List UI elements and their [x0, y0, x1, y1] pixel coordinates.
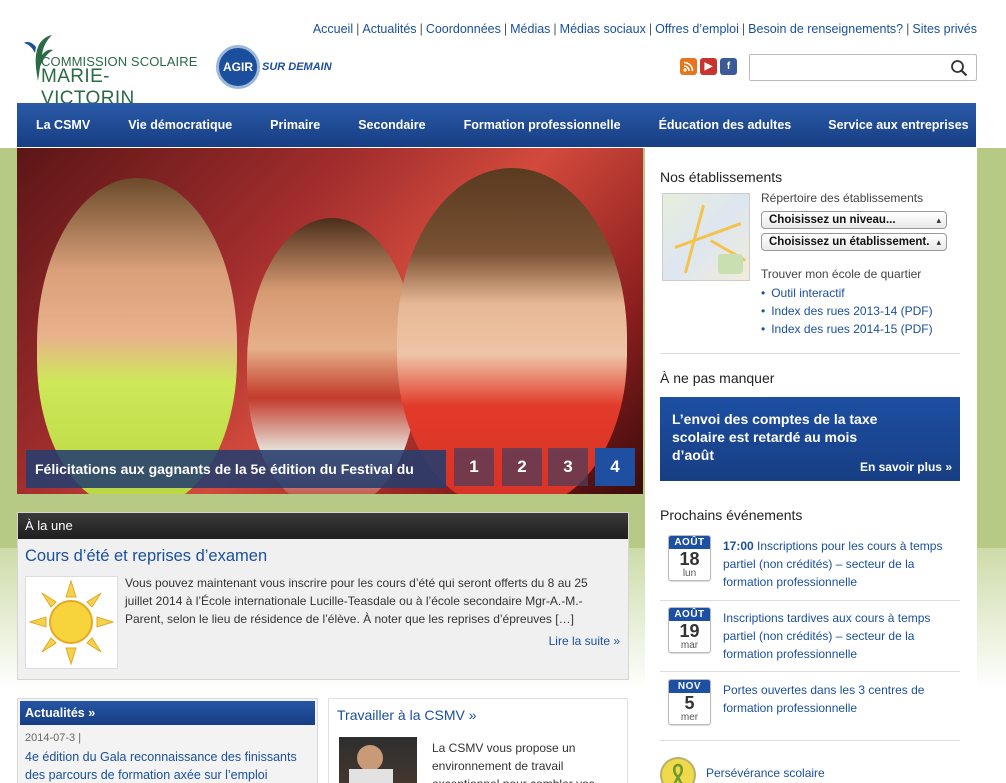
- top-links: Accueil | Actualités | Coordonnées | Médias | Mé…: [312, 22, 977, 36]
- nav-item-formation-professionnelle[interactable]: Formation professionnelle: [464, 118, 621, 132]
- slide-button-4[interactable]: 4: [595, 448, 635, 486]
- featured-news-heading: À la une: [18, 513, 628, 539]
- youtube-icon[interactable]: ▶: [700, 58, 717, 75]
- news-link[interactable]: 4e édition du Gala reconnaissance des fi…: [25, 748, 315, 783]
- event-link[interactable]: Inscriptions tardives aux cours à temps …: [723, 609, 955, 663]
- dont-miss-promo[interactable]: L’envoi des comptes de la taxe scolaire …: [660, 397, 960, 481]
- agir-logo[interactable]: AGIR: [216, 45, 260, 89]
- top-link-medias[interactable]: Médias: [510, 22, 550, 36]
- level-select[interactable]: Choisissez un niveau... ▴: [761, 211, 947, 229]
- event-link[interactable]: Portes ouvertes dans les 3 centres de fo…: [723, 681, 955, 717]
- event-divider: [660, 600, 960, 601]
- events-title: Prochains événements: [660, 507, 803, 523]
- featured-news-text: Vous pouvez maintenant vous inscrire pou…: [125, 576, 588, 626]
- select-arrows-icon: ▴: [936, 237, 941, 247]
- news-heading[interactable]: Actualités »: [20, 701, 315, 725]
- search-box: [749, 54, 977, 81]
- find-school-label: Trouver mon école de quartier: [761, 267, 922, 281]
- promo-text: L’envoi des comptes de la taxe scolaire …: [672, 411, 878, 463]
- school-select[interactable]: Choisissez un établissement. ▴: [761, 233, 947, 251]
- agir-tagline: SUR DEMAIN: [262, 61, 332, 73]
- street-index-2013-link[interactable]: • Index des rues 2013-14 (PDF): [761, 304, 933, 318]
- slide-button-3[interactable]: 3: [548, 448, 588, 486]
- map-thumbnail[interactable]: [662, 193, 750, 281]
- ribbon-icon[interactable]: [660, 757, 696, 783]
- sidebar-divider: [660, 353, 960, 354]
- top-link-sites-prives[interactable]: Sites privés: [912, 22, 977, 36]
- directory-label: Répertoire des établissements: [761, 191, 924, 205]
- top-link-offres-emploi[interactable]: Offres d’emploi: [655, 22, 739, 36]
- sun-icon: [25, 576, 118, 669]
- event-divider: [660, 740, 960, 741]
- search-input[interactable]: [750, 55, 945, 80]
- nav-item-primaire[interactable]: Primaire: [270, 118, 320, 132]
- top-link-actualites[interactable]: Actualités: [362, 22, 416, 36]
- site-logo[interactable]: COMMISSION SCOLAIRE MARIE-VICTORIN: [24, 33, 199, 109]
- interactive-tool-link[interactable]: • Outil interactif: [761, 286, 845, 300]
- event-date-badge: NOV 5 mer: [668, 679, 711, 725]
- main-nav: La CSMV Vie démocratique Primaire Second…: [17, 103, 976, 147]
- event-date-badge: AOÛT 19 mar: [668, 607, 711, 653]
- featured-news-title[interactable]: Cours d’été et reprises d’examen: [25, 547, 267, 566]
- perseverance-link[interactable]: Persévérance scolaire: [706, 766, 825, 780]
- nav-item-vie-democratique[interactable]: Vie démocratique: [128, 118, 232, 132]
- nav-item-education-adultes[interactable]: Éducation des adultes: [659, 118, 792, 132]
- event-date-badge: AOÛT 18 lun: [668, 535, 711, 581]
- promo-more-link[interactable]: En savoir plus »: [860, 460, 952, 474]
- event-divider: [660, 671, 960, 672]
- select-arrows-icon: ▴: [936, 215, 941, 225]
- school-select-value: Choisissez un établissement.: [769, 236, 930, 248]
- top-link-renseignements[interactable]: Besoin de renseignements?: [748, 22, 903, 36]
- nav-item-la-csmv[interactable]: La CSMV: [36, 118, 90, 132]
- dont-miss-title: À ne pas manquer: [660, 370, 775, 386]
- read-more-link[interactable]: Lire la suite »: [549, 634, 620, 648]
- hero-photo-person-right: [397, 168, 627, 494]
- news-box: Actualités » 2014-07-3 | 4e édition du G…: [17, 698, 318, 783]
- careers-box: Travailler à la CSMV » La CSMV vous prop…: [328, 698, 628, 783]
- search-icon[interactable]: [950, 59, 968, 77]
- top-link-medias-sociaux[interactable]: Médias sociaux: [560, 22, 646, 36]
- level-select-value: Choisissez un niveau...: [769, 214, 896, 226]
- rss-icon[interactable]: [680, 58, 697, 75]
- event-link[interactable]: 17:00 Inscriptions pour les cours à temp…: [723, 537, 955, 591]
- careers-text: La CSMV vous propose un environnement de…: [432, 741, 595, 783]
- hero-photo-person-left: [37, 178, 237, 494]
- top-link-accueil[interactable]: Accueil: [313, 22, 353, 36]
- nav-item-service-entreprises[interactable]: Service aux entreprises: [828, 118, 968, 132]
- hero-slider[interactable]: Félicitations aux gagnants de la 5e édit…: [17, 148, 643, 494]
- careers-photo: [339, 737, 417, 783]
- featured-news: À la une Cours d’été et reprises d’exame…: [17, 512, 629, 680]
- nav-item-secondaire[interactable]: Secondaire: [358, 118, 425, 132]
- establishments-title: Nos établissements: [660, 169, 783, 185]
- slide-button-1[interactable]: 1: [454, 448, 494, 486]
- news-date: 2014-07-3 |: [25, 732, 82, 744]
- street-index-2014-link[interactable]: • Index des rues 2014-15 (PDF): [761, 322, 933, 336]
- hero-caption[interactable]: Félicitations aux gagnants de la 5e édit…: [26, 450, 446, 488]
- facebook-icon[interactable]: f: [720, 58, 737, 75]
- top-link-coordonnees[interactable]: Coordonnées: [426, 22, 501, 36]
- slide-button-2[interactable]: 2: [502, 448, 542, 486]
- careers-title[interactable]: Travailler à la CSMV »: [337, 707, 477, 723]
